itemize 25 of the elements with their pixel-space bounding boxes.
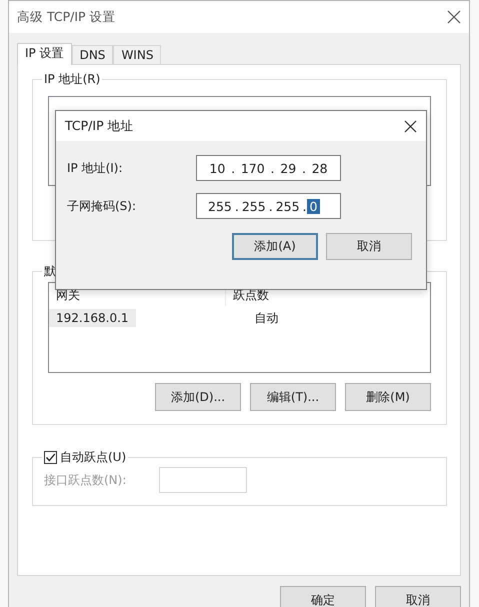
- window-title: 高级 TCP/IP 设置: [17, 8, 116, 26]
- dialog-button[interactable]: 取消: [326, 233, 412, 260]
- close-icon[interactable]: [447, 10, 461, 24]
- close-icon[interactable]: [404, 120, 417, 132]
- checkbox[interactable]: [44, 451, 57, 464]
- dialog-button[interactable]: 添加(A): [232, 233, 318, 260]
- dialog-title: TCP/IP 地址: [65, 118, 134, 134]
- tab[interactable]: WINS: [113, 45, 162, 64]
- action-button[interactable]: 删除(M): [345, 383, 431, 411]
- action-button[interactable]: 添加(D)...: [155, 383, 241, 411]
- tab[interactable]: IP 设置: [17, 43, 72, 65]
- ip-input-field[interactable]: 255 . 255 . 255 . 0: [196, 193, 341, 219]
- table-cell[interactable]: 192.168.0.1: [49, 309, 136, 327]
- group-label: IP 地址(R): [43, 71, 102, 88]
- table-cell[interactable]: 自动: [248, 308, 286, 328]
- dialog-button[interactable]: 确定: [280, 586, 366, 607]
- field-label: 接口跃点数(N):: [44, 472, 128, 488]
- group-label: 默: [43, 263, 57, 280]
- checkbox-label[interactable]: 自动跃点(U): [60, 449, 126, 466]
- ip-input-field[interactable]: 10 . 170 . 29 . 28: [196, 155, 341, 181]
- field-label: 子网掩码(S):: [67, 198, 138, 214]
- action-button[interactable]: 编辑(T)...: [250, 383, 336, 411]
- field-label: IP 地址(I):: [67, 160, 124, 176]
- dialog-button[interactable]: 取消: [375, 586, 461, 607]
- tab[interactable]: DNS: [72, 45, 114, 64]
